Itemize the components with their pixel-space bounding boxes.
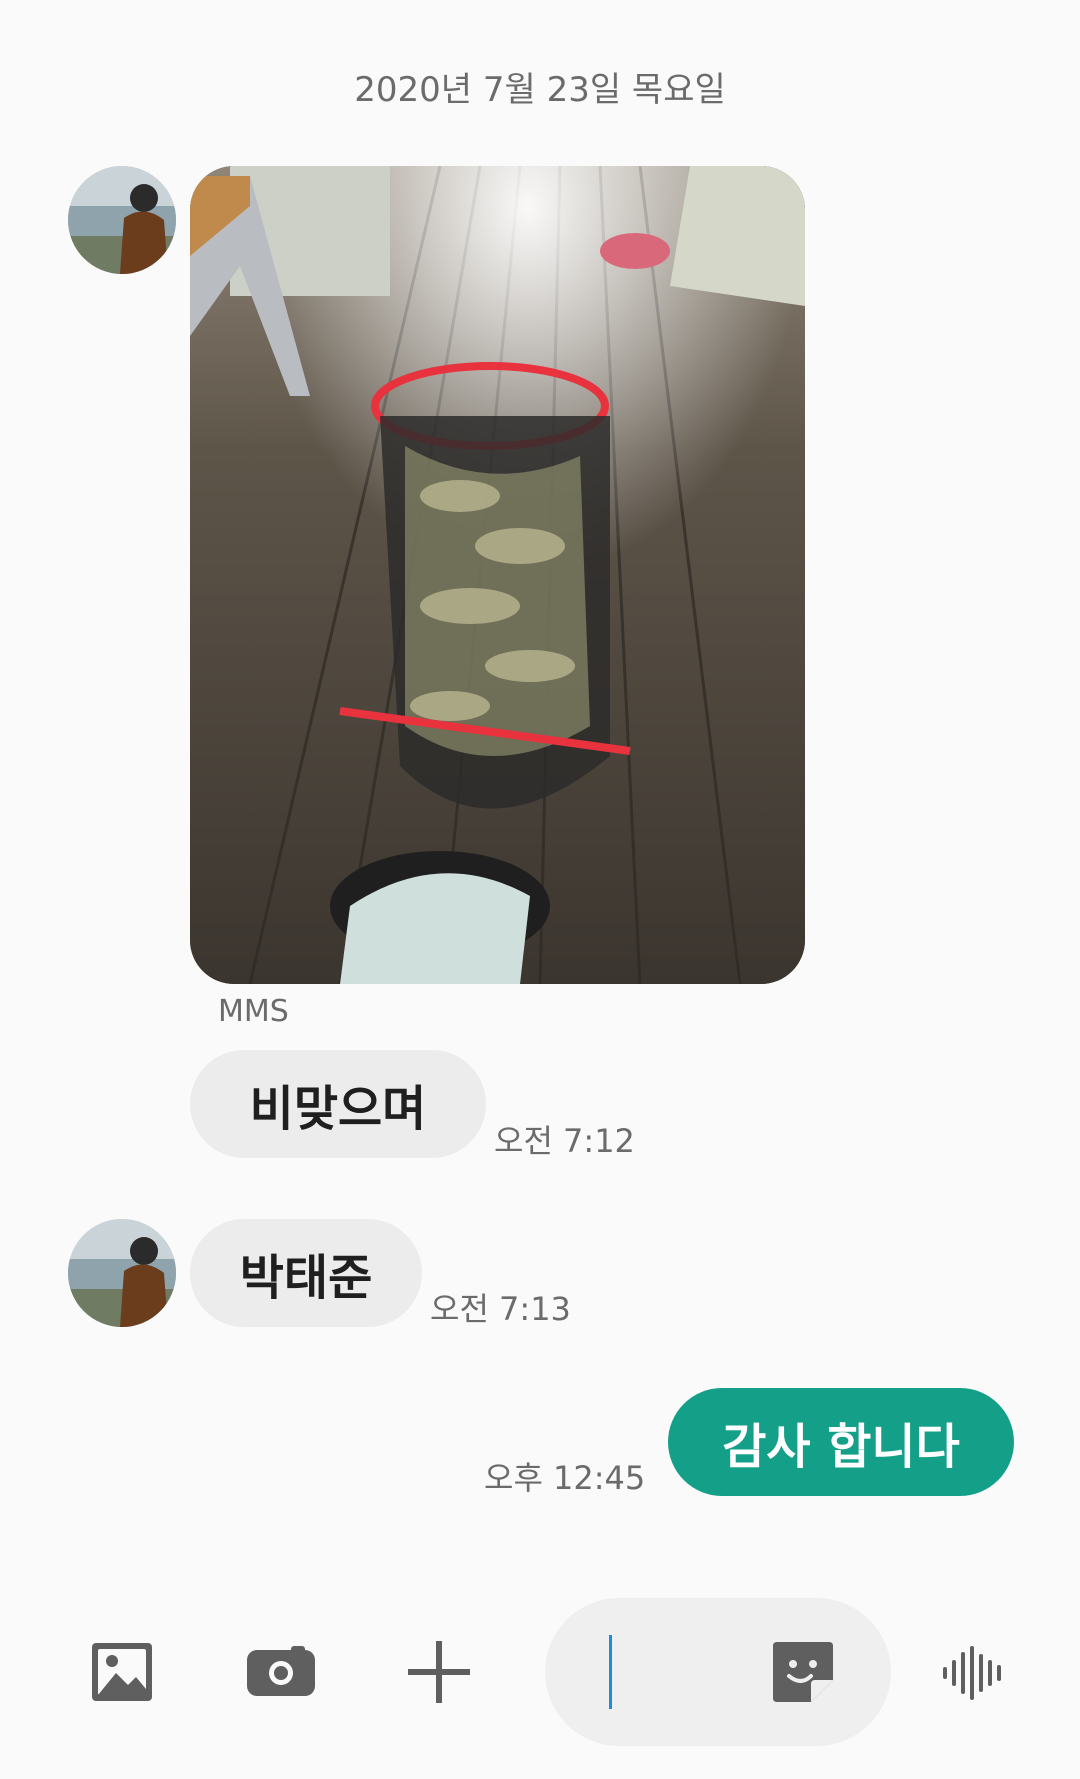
sticker-icon: [773, 1642, 833, 1702]
camera-button[interactable]: [244, 1643, 318, 1699]
message-input[interactable]: [545, 1598, 891, 1746]
photo-thumbnail-icon: [190, 166, 805, 984]
camera-icon: [247, 1646, 315, 1696]
sender-avatar[interactable]: [68, 166, 176, 274]
text-cursor: [609, 1635, 612, 1709]
more-options-button[interactable]: [408, 1641, 470, 1703]
sticker-button[interactable]: [771, 1640, 835, 1704]
avatar-photo-icon: [68, 1219, 176, 1327]
date-header: 2020년 7월 23일 목요일: [354, 70, 726, 110]
outgoing-message-bubble[interactable]: 감사 합니다: [668, 1388, 1014, 1496]
message-timestamp: 오전 7:12: [494, 1122, 635, 1160]
incoming-message-bubble[interactable]: 박태준: [190, 1219, 422, 1327]
avatar-photo-icon: [68, 166, 176, 274]
sender-avatar[interactable]: [68, 1219, 176, 1327]
voice-record-button[interactable]: [942, 1646, 1008, 1700]
incoming-message-bubble[interactable]: 비맞으며: [190, 1050, 486, 1158]
message-type-label: MMS: [218, 994, 289, 1029]
conversation-screen: 2020년 7월 23일 목요일 MMS 비맞으며 오전 7:12 박태준 오전…: [0, 0, 1080, 1779]
voice-wave-icon: [943, 1646, 1001, 1700]
image-icon: [92, 1643, 152, 1701]
message-timestamp: 오전 7:13: [430, 1290, 571, 1328]
plus-icon: [408, 1641, 470, 1703]
message-timestamp: 오후 12:45: [484, 1459, 646, 1497]
gallery-button[interactable]: [88, 1640, 156, 1704]
mms-photo[interactable]: [190, 166, 805, 984]
